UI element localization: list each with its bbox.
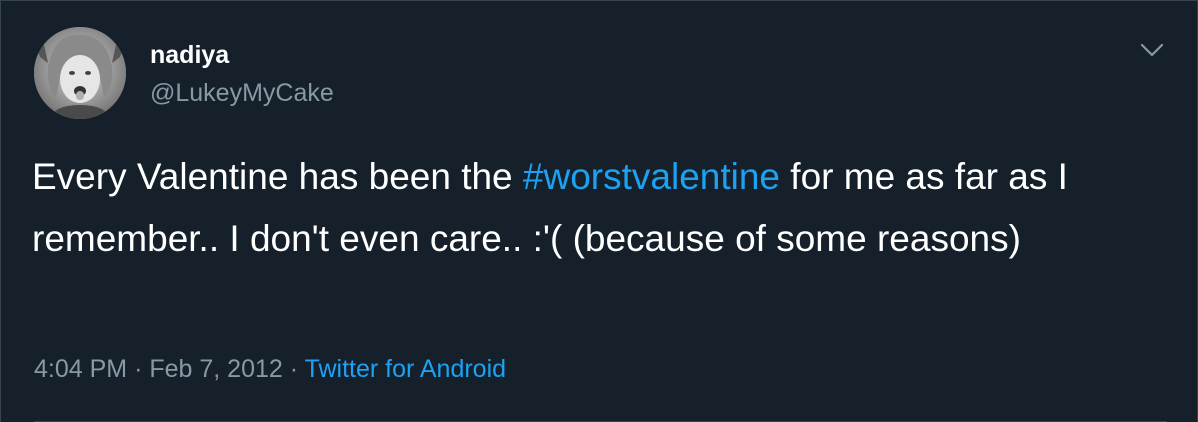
tweet-time[interactable]: 4:04 PM (34, 355, 127, 383)
meta-separator: · (134, 355, 143, 383)
tweet-metadata: 4:04 PM · Feb 7, 2012 · Twitter for Andr… (34, 354, 506, 384)
display-name[interactable]: nadiya (150, 40, 229, 70)
tweet-text-before: Every Valentine has been the (32, 156, 523, 197)
chevron-down-icon[interactable] (1137, 35, 1167, 65)
meta-separator: · (289, 355, 299, 383)
hashtag-link[interactable]: #worstvalentine (523, 156, 780, 197)
avatar-photo (34, 27, 126, 119)
tweet-text: Every Valentine has been the #worstvalen… (32, 146, 1172, 270)
avatar[interactable] (34, 27, 126, 119)
tweet-card[interactable]: nadiya @LukeyMyCake Every Valentine has … (0, 0, 1198, 422)
tweet-source-link[interactable]: Twitter for Android (305, 355, 506, 383)
tweet-date[interactable]: Feb 7, 2012 (149, 355, 282, 383)
user-handle[interactable]: @LukeyMyCake (150, 78, 334, 108)
